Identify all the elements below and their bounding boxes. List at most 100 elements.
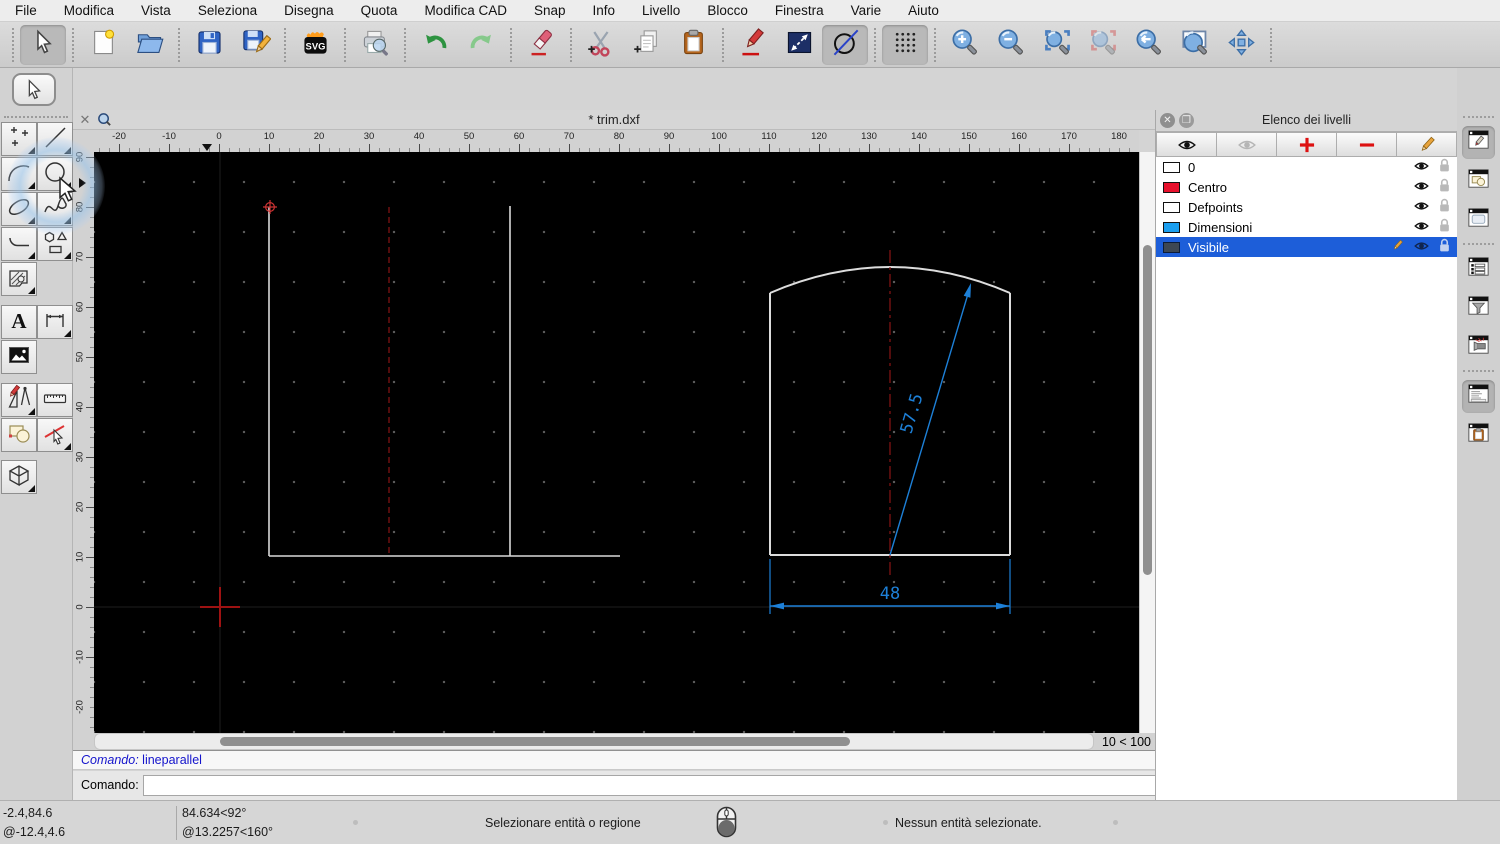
- menu-blocco[interactable]: Blocco: [707, 3, 748, 18]
- radius-dimension[interactable]: 57.5: [889, 283, 971, 556]
- zoom-previous-button[interactable]: [1126, 25, 1172, 65]
- layer-list-window-toggle-button[interactable]: [1462, 253, 1495, 286]
- property-editor-window-toggle-button[interactable]: [1462, 126, 1495, 159]
- layer-row-defpoints[interactable]: Defpoints: [1156, 197, 1457, 217]
- select-tool-button[interactable]: [20, 24, 66, 65]
- menu-finestra[interactable]: Finestra: [775, 3, 824, 18]
- circle-tool-button[interactable]: [37, 157, 73, 191]
- vertical-scrollbar[interactable]: [1139, 152, 1155, 733]
- menu-modifica[interactable]: Modifica: [64, 3, 114, 18]
- zoom-out-button[interactable]: [988, 25, 1034, 65]
- polyline-tool-button[interactable]: [1, 227, 37, 261]
- hatch-tool-button[interactable]: [1, 262, 37, 296]
- selection-filter-window-toggle-button[interactable]: [1462, 292, 1495, 325]
- add-layer-button[interactable]: [1277, 132, 1337, 157]
- paste-button[interactable]: [670, 25, 716, 65]
- menu-disegna[interactable]: Disegna: [284, 3, 334, 18]
- modify-tool-button[interactable]: [1, 383, 37, 417]
- eraser-button[interactable]: [518, 25, 564, 65]
- dimension-tool-button[interactable]: [37, 305, 73, 339]
- layer-row-centro[interactable]: Centro: [1156, 177, 1457, 197]
- layer-color-swatch[interactable]: [1163, 181, 1180, 193]
- layer-color-swatch[interactable]: [1163, 201, 1180, 213]
- layer-edit-icon[interactable]: [1390, 238, 1405, 256]
- redo-button[interactable]: [458, 25, 504, 65]
- zoom-selection-button[interactable]: [1080, 25, 1126, 65]
- palette-drag-handle[interactable]: [4, 116, 68, 119]
- layer-visibility-icon[interactable]: [1412, 198, 1431, 217]
- layer-color-swatch[interactable]: [1163, 161, 1180, 173]
- undo-button[interactable]: [412, 25, 458, 65]
- menu-file[interactable]: File: [15, 3, 37, 18]
- remove-layer-button[interactable]: [1337, 132, 1397, 157]
- menu-aiuto[interactable]: Aiuto: [908, 3, 939, 18]
- horizontal-scrollbar-thumb[interactable]: [220, 737, 850, 746]
- menu-snap[interactable]: Snap: [534, 3, 566, 18]
- drawing-canvas[interactable]: 57.5 48: [94, 152, 1139, 733]
- layer-lock-icon[interactable]: [1438, 158, 1451, 176]
- layer-row-dimensioni[interactable]: Dimensioni: [1156, 217, 1457, 237]
- svg-export-button[interactable]: SVG: [292, 25, 338, 65]
- layer-color-swatch[interactable]: [1163, 221, 1180, 233]
- measure-tool-button[interactable]: [37, 383, 73, 417]
- vruler-label: 20: [74, 501, 86, 513]
- blocks-window-toggle-button[interactable]: [1462, 165, 1495, 198]
- blocks-tool-button[interactable]: [1, 418, 37, 452]
- pan-button[interactable]: [1218, 25, 1264, 65]
- command-line-window-toggle-button[interactable]: [1462, 380, 1495, 413]
- layer-lock-icon[interactable]: [1438, 178, 1451, 196]
- cut-button[interactable]: [578, 25, 624, 65]
- layer-lock-icon[interactable]: [1438, 218, 1451, 236]
- solid3d-tool-button[interactable]: [1, 460, 37, 494]
- vertical-scrollbar-thumb[interactable]: [1143, 245, 1152, 575]
- draw-pencil-button[interactable]: [730, 25, 776, 65]
- menu-seleziona[interactable]: Seleziona: [198, 3, 257, 18]
- zoom-auto-button[interactable]: [1034, 25, 1080, 65]
- library-window-toggle-button[interactable]: [1462, 204, 1495, 237]
- selection-pointer-button[interactable]: [12, 73, 56, 106]
- edit-layer-button[interactable]: [1397, 132, 1457, 157]
- save-as-button[interactable]: [232, 25, 278, 65]
- layer-lock-icon[interactable]: [1438, 238, 1451, 256]
- layer-lock-icon[interactable]: [1438, 198, 1451, 216]
- menu-vista[interactable]: Vista: [141, 3, 171, 18]
- menu-quota[interactable]: Quota: [361, 3, 398, 18]
- arc-tool-button[interactable]: [1, 157, 37, 191]
- zoom-in-button[interactable]: [942, 25, 988, 65]
- grid-toggle-button[interactable]: [882, 24, 928, 65]
- print-preview-button[interactable]: [352, 25, 398, 65]
- layer-visibility-icon[interactable]: [1412, 218, 1431, 237]
- clipboard-window-toggle-button[interactable]: [1462, 419, 1495, 452]
- save-button[interactable]: [186, 25, 232, 65]
- point-entity[interactable]: [263, 200, 277, 214]
- inspector-window-toggle-button[interactable]: [1462, 331, 1495, 364]
- menu-info[interactable]: Info: [593, 3, 616, 18]
- ellipse-tool-button[interactable]: [1, 192, 37, 226]
- layer-row-visibile[interactable]: Visibile: [1156, 237, 1457, 257]
- distance-arrow-button[interactable]: [776, 25, 822, 65]
- points-tool-button[interactable]: [1, 122, 37, 156]
- polygon-tool-button[interactable]: [37, 227, 73, 261]
- layer-visibility-icon[interactable]: [1412, 158, 1431, 177]
- menu-modifica-cad[interactable]: Modifica CAD: [424, 3, 507, 18]
- horizontal-scrollbar[interactable]: [94, 733, 1094, 750]
- layer-color-swatch[interactable]: [1163, 241, 1180, 253]
- menu-livello[interactable]: Livello: [642, 3, 680, 18]
- image-tool-button[interactable]: [1, 340, 37, 374]
- show-all-layers-button[interactable]: [1156, 132, 1217, 157]
- command-input[interactable]: [143, 775, 1195, 796]
- zoom-window-button[interactable]: [1172, 25, 1218, 65]
- layer-row-0[interactable]: 0: [1156, 157, 1457, 177]
- circle-line-button[interactable]: [822, 24, 868, 65]
- spline-tool-button[interactable]: [37, 192, 73, 226]
- new-file-button[interactable]: [80, 25, 126, 65]
- text-tool-button[interactable]: A: [1, 305, 37, 339]
- open-folder-button[interactable]: [126, 25, 172, 65]
- layer-visibility-icon[interactable]: [1412, 238, 1431, 257]
- menu-varie[interactable]: Varie: [851, 3, 882, 18]
- copy-button[interactable]: [624, 25, 670, 65]
- hide-all-layers-button[interactable]: [1217, 132, 1277, 157]
- select-entity-tool-button[interactable]: [37, 418, 73, 452]
- line-tool-button[interactable]: [37, 122, 73, 156]
- layer-visibility-icon[interactable]: [1412, 178, 1431, 197]
